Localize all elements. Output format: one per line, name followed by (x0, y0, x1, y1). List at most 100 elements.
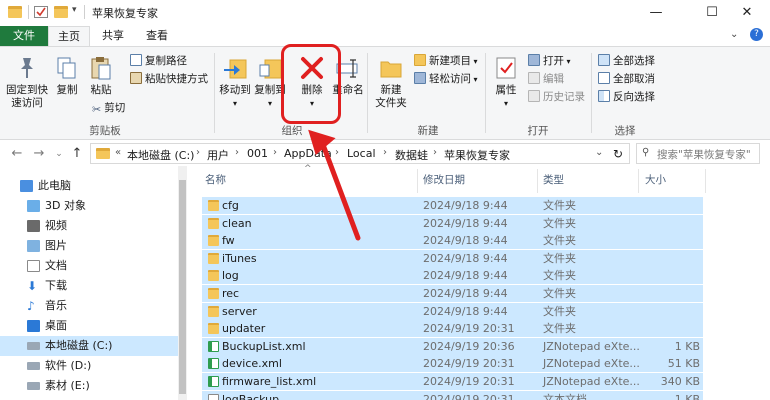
search-input[interactable]: ⚲ 搜索"苹果恢复专家" (636, 143, 760, 164)
file-date: 2024/9/19 20:31 (423, 322, 515, 336)
file-row[interactable]: rec 2024/9/18 9:44 文件夹 (202, 285, 703, 302)
folder-icon (208, 305, 219, 317)
nav-item-pictures[interactable]: 图片 (0, 236, 186, 256)
select-none-button[interactable]: 全部取消 (598, 71, 655, 87)
file-row[interactable]: updater 2024/9/19 20:31 文件夹 (202, 320, 703, 338)
new-folder-quick-icon[interactable] (54, 6, 68, 18)
select-none-icon (598, 72, 610, 84)
tab-home[interactable]: 主页 (48, 26, 90, 46)
tab-share[interactable]: 共享 (92, 26, 134, 46)
select-all-label: 全部选择 (613, 55, 655, 67)
column-header-date[interactable]: 修改日期 (423, 172, 465, 187)
file-row[interactable]: fw 2024/9/18 9:44 文件夹 (202, 232, 703, 250)
chevron-right-icon: › (196, 147, 200, 158)
minimize-button[interactable]: — (633, 0, 679, 26)
file-type: 文件夹 (543, 199, 576, 212)
nav-item-label: 本地磁盘 (C:) (45, 339, 113, 352)
file-row[interactable]: server 2024/9/18 9:44 文件夹 (202, 302, 703, 320)
file-row[interactable]: firmware_list.xml 2024/9/19 20:31 JZNotepa… (202, 373, 703, 390)
edit-icon (528, 72, 540, 84)
column-header-type[interactable]: 类型 (543, 172, 564, 187)
easy-access-label: 轻松访问 (429, 73, 471, 85)
copy-to-icon (257, 55, 283, 81)
tab-view[interactable]: 查看 (136, 26, 178, 46)
divider (591, 53, 592, 133)
easy-access-button[interactable]: 轻松访问 ▾ (414, 71, 478, 87)
address-bar-row: ← → ⌄ ↑ « 本地磁盘 (C:) › 用户 › 001 › AppData… (0, 141, 770, 166)
open-label: 打开 (543, 55, 564, 67)
nav-item-drive-d[interactable]: 软件 (D:) (0, 356, 186, 376)
nav-item-documents[interactable]: 文档 (0, 256, 186, 276)
collapse-ribbon-icon[interactable]: ⌄ (730, 29, 738, 40)
paste-shortcut-button[interactable]: 粘贴快捷方式 (130, 71, 208, 87)
new-folder-button[interactable]: 新建 文件夹 (372, 55, 410, 110)
properties-button[interactable]: 属性 ▾ (490, 55, 522, 110)
cut-button[interactable]: ✂ 剪切 (92, 100, 125, 116)
back-button[interactable]: ← (8, 145, 26, 163)
refresh-icon[interactable]: ↻ (613, 147, 623, 161)
nav-item-videos[interactable]: 视频 (0, 216, 186, 236)
highlight-annotation (281, 44, 341, 124)
paste-icon (88, 55, 114, 81)
file-name: clean (222, 216, 252, 230)
recent-locations-icon[interactable]: ⌄ (50, 145, 68, 163)
copy-path-button[interactable]: 复制路径 (130, 53, 187, 69)
file-row[interactable]: logBackup 2024/9/19 20:31 文本文档 1 KB (202, 390, 703, 400)
copy-button[interactable]: 复制 (52, 55, 82, 97)
move-to-icon (222, 55, 248, 81)
column-header-name[interactable]: 名称 (205, 172, 226, 187)
forward-button[interactable]: → (30, 145, 48, 163)
help-icon[interactable]: ? (750, 28, 763, 41)
nav-item-3d-objects[interactable]: 3D 对象 (0, 196, 186, 216)
folder-icon (208, 288, 219, 299)
up-button[interactable]: ↑ (68, 145, 86, 163)
move-to-button[interactable]: 移动到 ▾ (218, 55, 252, 110)
close-button[interactable]: ✕ (724, 0, 770, 26)
properties-quick-icon[interactable] (34, 6, 48, 18)
open-button[interactable]: 打开 ▾ (528, 53, 571, 69)
scrollbar-thumb[interactable] (179, 180, 186, 394)
tab-file[interactable]: 文件 (0, 26, 48, 46)
nav-item-downloads[interactable]: ⬇ 下载 (0, 276, 186, 296)
nav-item-label: 3D 对象 (45, 199, 86, 212)
file-row[interactable]: clean 2024/9/18 9:44 文件夹 (202, 214, 703, 232)
nav-item-desktop[interactable]: 桌面 (0, 316, 186, 336)
breadcrumb-item[interactable]: 001 (247, 147, 268, 160)
edit-button[interactable]: 编辑 (528, 71, 564, 87)
nav-item-drive-e[interactable]: 素材 (E:) (0, 376, 186, 396)
file-date: 2024/9/19 20:31 (423, 375, 515, 388)
customize-quick-access-icon[interactable]: ▾ (72, 5, 77, 15)
copy-path-icon (130, 54, 142, 66)
file-type: 文件夹 (543, 216, 576, 230)
column-header-size[interactable]: 大小 (645, 172, 666, 187)
file-date: 2024/9/18 9:44 (423, 287, 508, 300)
file-row[interactable]: log 2024/9/18 9:44 文件夹 (202, 267, 703, 285)
select-all-button[interactable]: 全部选择 (598, 53, 655, 69)
nav-item-drive-c[interactable]: 本地磁盘 (C:) (0, 336, 186, 356)
file-row[interactable]: cfg 2024/9/18 9:44 文件夹 (202, 197, 703, 214)
breadcrumb-item[interactable]: 苹果恢复专家 (444, 147, 510, 163)
pin-to-quick-access-button[interactable]: 固定到快 速访问 (4, 55, 50, 110)
nav-pane-scrollbar[interactable] (178, 166, 187, 400)
invert-selection-button[interactable]: 反向选择 (598, 89, 655, 105)
cut-label: 剪切 (104, 102, 126, 114)
file-row[interactable]: iTunes 2024/9/18 9:44 文件夹 (202, 249, 703, 267)
drive-d-icon (27, 362, 40, 370)
overflow-icon[interactable]: « (115, 147, 121, 158)
nav-item-this-pc[interactable]: 此电脑 (0, 176, 186, 196)
paste-button[interactable]: 粘贴 (86, 55, 116, 97)
history-button[interactable]: 历史记录 (528, 89, 585, 105)
new-item-button[interactable]: 新建项目 ▾ (414, 53, 478, 69)
ribbon-tabs: 文件 主页 共享 查看 ⌄ ? (0, 26, 770, 46)
breadcrumb-item[interactable]: 本地磁盘 (C:) (127, 147, 194, 163)
file-row[interactable]: device.xml 2024/9/19 20:31 JZNotepad eXte.… (202, 355, 703, 373)
file-date: 2024/9/18 9:44 (423, 216, 508, 230)
breadcrumb-item[interactable]: 用户 (207, 147, 229, 163)
divider (537, 169, 538, 193)
file-type: 文本文档 (543, 392, 587, 400)
nav-item-music[interactable]: ♪ 音乐 (0, 296, 186, 316)
chevron-down-icon[interactable]: ⌄ (595, 147, 603, 158)
text-file-icon (208, 393, 219, 400)
breadcrumb-item[interactable]: 数据蛙 (395, 147, 428, 163)
file-row[interactable]: BuckupList.xml 2024/9/19 20:36 JZNotepad e… (202, 337, 703, 355)
